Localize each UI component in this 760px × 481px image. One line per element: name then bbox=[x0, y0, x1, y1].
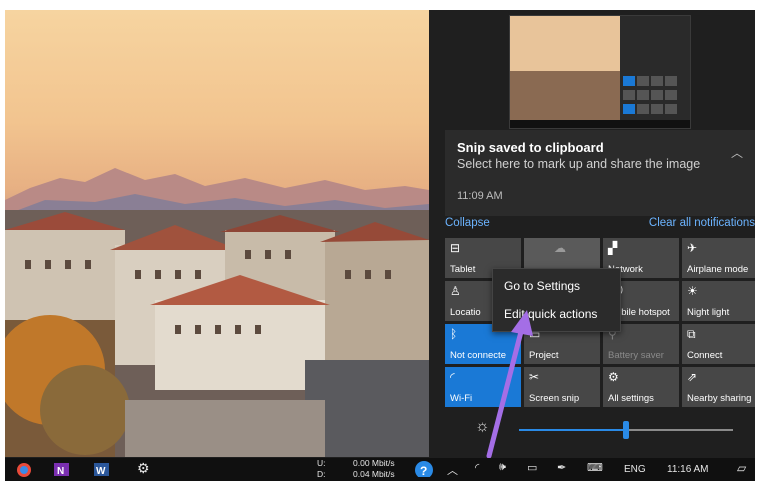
svg-text:?: ? bbox=[420, 464, 427, 477]
tile-label: Night light bbox=[687, 307, 730, 318]
nearby-sharing-icon: ⇗ bbox=[687, 370, 698, 384]
annotation-arrow bbox=[486, 310, 533, 459]
net-down-label: D: bbox=[317, 469, 326, 479]
net-up-speed: 0.00 Mbit/s bbox=[353, 458, 395, 468]
collapse-link[interactable]: Collapse bbox=[445, 217, 490, 229]
wifi-cloud-icon: ☁ bbox=[554, 241, 566, 255]
menu-item-go-to-settings[interactable]: Go to Settings bbox=[504, 279, 580, 293]
settings-icon: ⚙ bbox=[608, 370, 619, 384]
notification-center-icon[interactable]: ▱ bbox=[737, 461, 746, 475]
snip-notification[interactable]: Snip saved to clipboard Select here to m… bbox=[445, 130, 755, 216]
keyboard-icon[interactable]: ⌨ bbox=[587, 461, 603, 474]
tile-airplane-mode[interactable]: ✈ Airplane mode bbox=[682, 238, 755, 278]
screenshot-frame: Snip saved to clipboard Select here to m… bbox=[5, 10, 755, 481]
notification-time: 11:09 AM bbox=[457, 190, 503, 202]
battery-icon[interactable]: ▭ bbox=[527, 461, 537, 474]
town-image bbox=[5, 210, 429, 457]
volume-icon[interactable]: 🕪 bbox=[499, 461, 506, 474]
slider-thumb[interactable] bbox=[623, 421, 629, 439]
network-icon: ▞ bbox=[608, 241, 618, 255]
bluetooth-icon: ᛒ bbox=[450, 327, 458, 341]
notification-body: Select here to mark up and share the ima… bbox=[457, 157, 701, 171]
tablet-icon: ⊟ bbox=[450, 241, 461, 255]
settings-gear-icon[interactable]: ⚙ bbox=[137, 460, 150, 477]
chevron-up-icon[interactable]: ︿ bbox=[731, 144, 743, 161]
onenote-icon[interactable]: N bbox=[53, 461, 71, 478]
tile-nearby-sharing[interactable]: ⇗ Nearby sharing bbox=[682, 367, 755, 407]
snip-preview-thumbnail[interactable] bbox=[509, 15, 691, 129]
clear-all-notifications-link[interactable]: Clear all notifications bbox=[649, 217, 755, 229]
taskbar: N W ⚙ U: D: 0.00 Mbit/s 0.04 Mbit/s ? ︿ … bbox=[5, 458, 755, 481]
pen-icon[interactable]: ✒ bbox=[557, 461, 566, 474]
svg-text:N: N bbox=[57, 466, 64, 477]
app-icon-colorful[interactable] bbox=[15, 461, 33, 478]
wifi-icon: ◜ bbox=[450, 370, 455, 384]
chevron-up-icon[interactable]: ︿ bbox=[447, 462, 458, 478]
word-icon[interactable]: W bbox=[93, 461, 111, 478]
night-light-icon: ☀ bbox=[687, 284, 698, 298]
location-icon: ♙ bbox=[450, 284, 461, 298]
tile-label: Tablet bbox=[450, 264, 476, 275]
tile-label: All settings bbox=[608, 393, 654, 404]
slider-fill bbox=[519, 429, 626, 431]
net-up-label: U: bbox=[317, 458, 326, 468]
tile-label: Airplane mode bbox=[687, 264, 749, 275]
tile-label: Connect bbox=[687, 350, 723, 361]
language-indicator[interactable]: ENG bbox=[624, 464, 646, 475]
notification-title: Snip saved to clipboard bbox=[457, 140, 604, 155]
taskbar-clock[interactable]: 11:16 AM bbox=[667, 464, 709, 475]
svg-text:W: W bbox=[96, 466, 106, 477]
net-down-speed: 0.04 Mbit/s bbox=[353, 469, 395, 479]
tile-screen-snip[interactable]: ✂ Screen snip bbox=[524, 367, 600, 407]
tile-night-light[interactable]: ☀ Night light bbox=[682, 281, 755, 321]
desktop-wallpaper bbox=[5, 10, 429, 457]
tile-connect[interactable]: ⧉ Connect bbox=[682, 324, 755, 364]
connect-icon: ⧉ bbox=[687, 327, 696, 341]
tile-label: Wi-Fi bbox=[450, 393, 473, 404]
tile-label: Nearby sharing bbox=[687, 393, 752, 404]
airplane-icon: ✈ bbox=[687, 241, 698, 255]
tile-all-settings[interactable]: ⚙ All settings bbox=[603, 367, 679, 407]
wifi-tray-icon[interactable]: ◜ bbox=[475, 461, 479, 474]
tile-label: Screen snip bbox=[529, 393, 580, 404]
help-icon[interactable]: ? bbox=[414, 460, 434, 477]
tile-label: Battery saver bbox=[608, 350, 664, 361]
